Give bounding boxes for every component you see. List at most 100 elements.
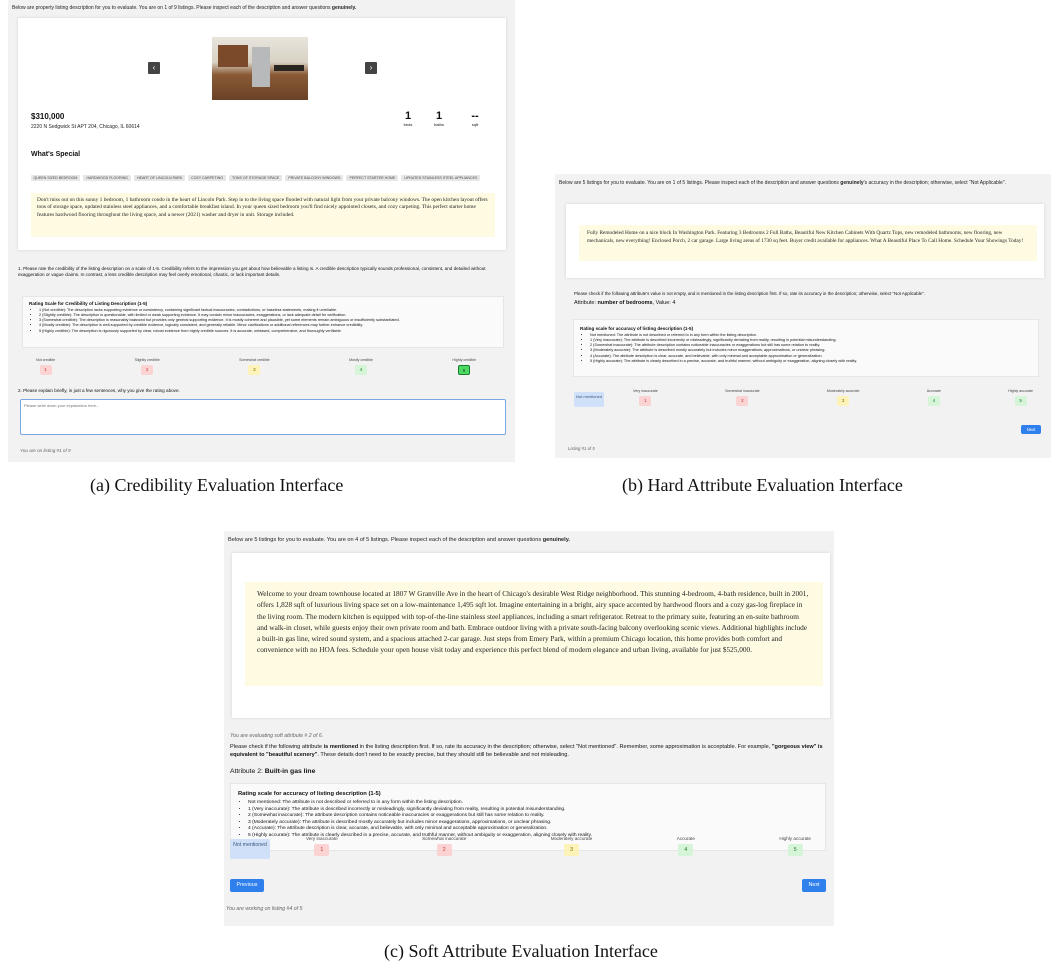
rating-button-3[interactable]: 3 [248,365,261,375]
rating-label: Very inaccurate [633,389,658,393]
intro-text: Below are property listing description f… [12,5,512,11]
scale-list: Not mentioned: The attribute is not desc… [580,333,1032,364]
question-1: 1. Please rate the credibility of the li… [18,266,486,278]
rating-label: Not credible [36,358,56,362]
rating-option: Moderately accurate 3 [550,836,593,856]
check-text: Please check if the following attribute'… [574,291,925,296]
listing-photo [212,37,308,100]
feature-tag: PERFECT STARTER HOME [346,175,399,181]
rating-option: Accurate 4 [927,389,941,406]
rating-label: Highly accurate [779,836,811,841]
panel-soft-attribute: Below are 5 listings for you to evaluate… [224,531,834,926]
listing-description: Don't miss out on this sunny 1 bedroom, … [31,193,495,237]
rating-option: Moderately accurate 3 [826,389,860,406]
photo-counter [274,65,304,71]
scale-item: 5 (Highly credible): The description is … [39,329,497,334]
rating-button-3[interactable]: 3 [564,844,580,856]
address: 2220 N Sedgwick St APT 204, Chicago, IL … [31,124,140,130]
next-button[interactable]: Next [1021,425,1041,434]
not-mentioned-label: Not mentioned [233,842,267,848]
rating-label: Mostly credible [349,358,374,362]
listing-description: Fully Remodeled Home on a nice block In … [579,225,1037,261]
rating-label: Slightly credible [134,358,160,362]
rating-label: Somewhat credible [239,358,270,362]
rating-button-2[interactable]: 2 [141,365,154,375]
listing-card: Welcome to your dream townhouse located … [232,553,830,718]
rating-button-4[interactable]: 4 [678,844,694,856]
footer-text: You are working on listing #4 of 5 [226,906,303,912]
rating-option: Somewhat inaccurate 2 [725,389,760,406]
rating-label: Moderately accurate [826,389,860,393]
listing-card: ‹ › $310,000 2220 N Sedgwick St APT 204,… [18,18,506,250]
price: $310,000 [31,112,65,121]
rating-label: Moderately accurate [550,836,593,841]
rating-option: Very inaccurate 1 [306,836,338,856]
prev-image-button[interactable]: ‹ [148,62,160,74]
rating-label: Somewhat inaccurate [725,389,760,393]
sqft-value: -- [471,110,479,122]
panel-credibility: Below are property listing description f… [8,0,515,462]
scale-title: Rating Scale for Credibility of Listing … [29,301,148,306]
not-mentioned-button[interactable]: Not mentioned [574,392,604,407]
panel-hard-attribute: Below are 5 listings for you to evaluate… [555,174,1051,458]
rating-row: Very inaccurate 1 Somewhat inaccurate 2 Mode… [633,389,1033,406]
rating-option: Very inaccurate 1 [633,389,658,406]
rating-button-4[interactable]: 4 [927,396,940,406]
rating-button-1[interactable]: 1 [314,844,330,856]
previous-button[interactable]: Previous [230,879,264,892]
check-part-3: . These details don't need to be exactly… [317,752,569,759]
check-text: Please check if the following attribute … [230,743,825,759]
rating-option: Highly credible 5 [452,358,476,375]
footer-text: Listing #1 of 5 [568,446,595,451]
scale-item: Not mentioned: The attribute is not desc… [248,800,818,807]
rating-option: Highly accurate 5 [1008,389,1033,406]
intro-main: Below are property listing description f… [12,5,331,11]
rating-label: Somewhat inaccurate [422,836,467,841]
rating-option: Somewhat inaccurate 2 [422,836,466,856]
rating-button-1[interactable]: 1 [639,396,652,406]
check-part-1: Please check if the following attribute [230,744,323,750]
not-mentioned-button[interactable]: Not mentioned [230,839,270,859]
rating-option: Somewhat credible 3 [239,358,270,375]
description-text: Fully Remodeled Home on a nice block In … [587,230,1024,244]
rating-button-5[interactable]: 5 [1014,396,1027,406]
rating-button-1[interactable]: 1 [39,365,52,375]
feature-tag: QUEEN SIZED BEDROOM [30,175,81,181]
rating-label: Accurate [676,836,695,841]
not-mentioned-label: Not mentioned [575,394,602,399]
attribute-name: Built-in gas line [264,768,316,775]
explanation-textarea[interactable] [20,399,506,435]
caption-c: (c) Soft Attribute Evaluation Interface [384,941,658,961]
check-bold-1: is mentioned [323,744,359,750]
beds-value: 1 [404,110,412,122]
attribute-line: Attribute 2: Built-in gas line [230,768,315,775]
rating-button-5[interactable]: 5 [787,844,803,856]
intro-bold: genuinely [840,180,864,186]
next-button[interactable]: Next [802,879,826,892]
beds-stat: 1 beds [398,110,418,127]
rating-button-5[interactable]: 5 [458,365,471,375]
special-title: What's Special [31,151,81,158]
intro-bold: genuinely. [542,537,570,543]
rating-label: Very inaccurate [306,836,338,841]
attribute-line: Attribute: number of bedrooms, Value: 4 [574,300,675,306]
rating-button-2[interactable]: 2 [736,396,749,406]
rating-button-3[interactable]: 3 [837,396,850,406]
baths-label: baths [434,122,444,127]
attribute-prefix: Attribute: [574,300,597,306]
check-part-2: in the listing description first. If so,… [359,744,771,750]
description-text: Welcome to your dream townhouse located … [257,589,809,655]
rating-row: Very inaccurate 1 Somewhat inaccurate 2 Mode… [306,836,811,856]
next-image-button[interactable]: › [365,62,377,74]
rating-label: Accurate [926,389,941,393]
rating-button-2[interactable]: 2 [436,844,452,856]
caption-b: (b) Hard Attribute Evaluation Interface [622,475,903,495]
feature-tag: PRIVATE BALCONY WINDOWS [285,175,344,181]
feature-tag: HEART OF LINCOLN PARK [133,175,186,181]
rating-option: Accurate 4 [677,836,695,856]
scale-title: Rating scale for accuracy of listing des… [238,791,381,797]
description-text: Don't miss out on this sunny 1 bedroom, … [37,197,488,218]
feature-tag: TONS OF STORAGE SPACE [229,175,283,181]
rating-button-4[interactable]: 4 [355,365,368,375]
rating-option: Slightly credible 2 [135,358,160,375]
